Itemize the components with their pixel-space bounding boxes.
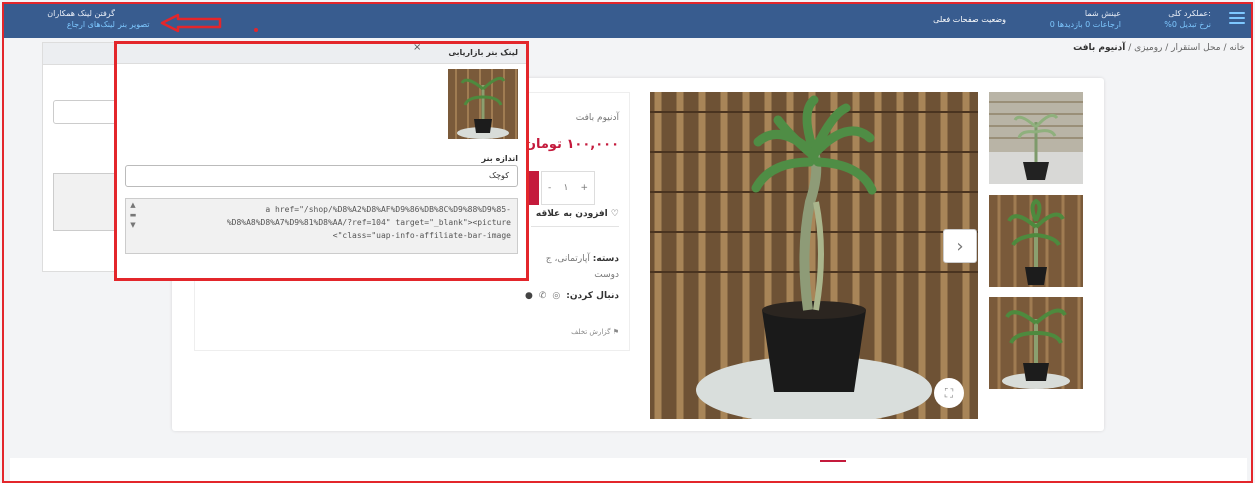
close-icon[interactable]: ×: [413, 42, 421, 53]
get-affiliate-link[interactable]: گرفتن لینک همکاران لینک‌های ارجاع: [40, 8, 115, 30]
marketing-banner-popup: لینک بنر بازاریابی اندازه بنر کوچک a hre…: [114, 41, 529, 281]
breadcrumb-home[interactable]: خانه: [1229, 43, 1245, 53]
breadcrumb-tabletop[interactable]: رومیزی: [1134, 43, 1162, 53]
product-thumbnail[interactable]: [989, 92, 1083, 184]
category-link[interactable]: آپارتمانی، ج: [546, 254, 590, 264]
divider: [531, 226, 619, 227]
follow-label: دنبال کردن:: [566, 291, 619, 301]
flag-icon: ⚑: [612, 328, 619, 336]
overall-performance: :عملکرد کلی نرخ تبدیل 0%: [1164, 8, 1211, 30]
banner-code-textarea[interactable]: a href="/shop/%D8%A2%D8%AF%D9%86%DB%8C%D…: [125, 198, 518, 254]
referral-links-link[interactable]: لینک‌های ارجاع: [40, 19, 115, 30]
banner-image-label[interactable]: تصویر بنر: [118, 20, 150, 29]
category-label: دسته:: [592, 254, 619, 264]
overall-label: :عملکرد کلی: [1168, 9, 1211, 18]
product-main-image[interactable]: [650, 92, 978, 419]
annotation-dot: [254, 28, 258, 32]
code-line: <"class="uap-info-affiliate-bar-image: [332, 231, 511, 240]
product-category: دسته: آپارتمانی، ج دوست: [519, 251, 619, 283]
textarea-scrollbar[interactable]: ▲ ▬ ▼: [127, 200, 139, 252]
code-line: a href="/shop/%D8%A2%D8%AF%D9%86%DB%8C%D…: [265, 205, 511, 214]
breadcrumb-placement[interactable]: محل استقرار: [1171, 43, 1220, 53]
breadcrumb: خانه / محل استقرار / رومیزی / آدنیوم باف…: [905, 43, 1245, 53]
popup-title: لینک بنر بازاریابی: [448, 48, 518, 57]
qty-value[interactable]: ۱: [563, 183, 568, 193]
plant-thumbnail-image: [989, 92, 1083, 184]
quantity-stepper[interactable]: - ۱ +: [541, 171, 595, 205]
red-arrow-annotation: [160, 13, 222, 33]
plant-thumbnail-image: [989, 297, 1083, 389]
conversion-rate: نرخ تبدیل 0%: [1164, 20, 1211, 29]
report-label: گزارش تخلف: [571, 328, 611, 336]
category-link[interactable]: دوست: [594, 270, 619, 280]
banner-size-select[interactable]: کوچک: [125, 165, 518, 187]
banner-size-label: اندازه بنر: [481, 154, 518, 163]
plant-thumbnail-image: [989, 195, 1083, 287]
code-line: %D8%A8%D8%A7%D9%81%D8%AA/?ref=104" targe…: [226, 218, 511, 227]
plant-banner-image: [448, 69, 518, 139]
breadcrumb-sep: /: [1125, 43, 1135, 53]
product-name: آدنیوم بافت: [575, 113, 619, 123]
current-pages-status[interactable]: وضعیت صفحات فعلی: [933, 14, 1006, 25]
qty-increase-button[interactable]: +: [580, 183, 588, 193]
earnings-label: عینش شما: [1084, 9, 1121, 18]
whatsapp-icon[interactable]: ✆: [539, 291, 547, 301]
instagram-icon[interactable]: ◎: [552, 291, 560, 301]
banner-preview-image: [448, 69, 518, 139]
gallery-next-button[interactable]: ›: [943, 229, 977, 263]
menu-icon[interactable]: [1229, 12, 1245, 26]
breadcrumb-current: آدنیوم بافت: [1073, 43, 1126, 53]
follow-us: دنبال کردن: ◎ ✆ ●: [525, 291, 619, 301]
breadcrumb-sep: /: [1162, 43, 1172, 53]
earnings-block: عینش شما ارجاعات 0 بازدیدها 0: [1050, 8, 1121, 30]
bottom-tab-indicator: [820, 460, 846, 462]
plant-photo: [650, 92, 978, 419]
referrals-visits: ارجاعات 0 بازدیدها 0: [1049, 20, 1121, 29]
get-link-title: گرفتن لینک همکاران: [47, 9, 115, 18]
product-thumbnail[interactable]: [989, 195, 1083, 287]
banner-image-link[interactable]: تصویر بنر: [118, 19, 150, 30]
product-thumbnail[interactable]: [989, 297, 1083, 389]
zoom-icon[interactable]: ⛶: [934, 378, 964, 408]
product-price: ۱۰۰,۰۰۰ تومان: [524, 137, 619, 152]
heart-icon: ♡: [610, 209, 619, 219]
add-to-wishlist[interactable]: ♡ افزودن به علاقه: [536, 209, 619, 219]
popup-header: لینک بنر بازاریابی: [117, 44, 526, 64]
qty-decrease-button[interactable]: -: [548, 183, 551, 193]
bottom-section: [10, 458, 1247, 483]
report-abuse[interactable]: ⚑ گزارش تخلف: [571, 328, 619, 336]
wishlist-label: افزودن به علاقه: [535, 209, 608, 219]
telegram-icon[interactable]: ●: [525, 291, 533, 301]
